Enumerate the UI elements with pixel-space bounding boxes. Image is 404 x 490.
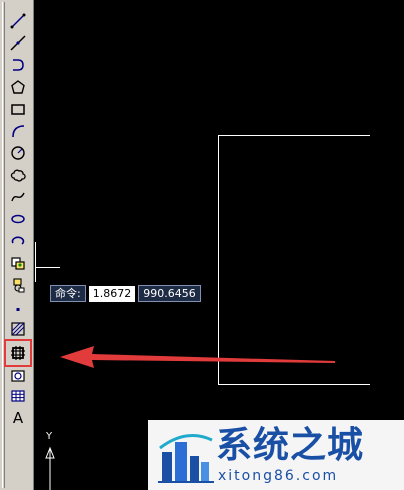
- rectangle-icon: [11, 104, 25, 115]
- line-icon: [10, 13, 26, 29]
- circle-icon: [11, 146, 25, 160]
- city-logo-icon: [158, 434, 214, 483]
- polygon-tool[interactable]: [8, 77, 28, 97]
- make-block-icon: [13, 278, 25, 293]
- polyline-icon: [13, 59, 24, 71]
- spline-tool[interactable]: [8, 187, 28, 207]
- command-label: 命令:: [50, 285, 86, 302]
- rectangle-tool[interactable]: [8, 99, 28, 119]
- arc-icon: [12, 125, 25, 138]
- watermark-title: 系统之城: [216, 425, 365, 466]
- watermark: 系统之城 xitong86.com: [148, 420, 404, 490]
- polygon-icon: [11, 80, 25, 94]
- text-icon: A: [12, 409, 24, 427]
- construction-line-icon: [10, 35, 26, 51]
- ellipse-arc-tool[interactable]: [8, 231, 28, 251]
- dynamic-input-tooltip: 命令: 1.8672 990.6456: [50, 285, 201, 302]
- revision-cloud-icon: [10, 169, 26, 182]
- point-tool[interactable]: [8, 297, 28, 317]
- highlight-box: [4, 339, 32, 367]
- point-icon: [16, 308, 20, 311]
- line-tool[interactable]: [8, 11, 28, 31]
- table-icon: [11, 390, 25, 402]
- hatch-tool[interactable]: [8, 319, 28, 339]
- ucs-y-label: Y: [46, 431, 53, 442]
- hatch-icon: [11, 322, 25, 336]
- revision-cloud-tool[interactable]: [8, 165, 28, 185]
- draw-toolbar: A: [0, 0, 34, 490]
- y-coordinate-input[interactable]: 990.6456: [138, 285, 201, 302]
- insert-block-icon: [11, 257, 25, 270]
- make-block-tool[interactable]: [8, 275, 28, 295]
- toolbar-grip[interactable]: [2, 2, 5, 488]
- ellipse-icon: [11, 214, 25, 224]
- spline-icon: [11, 192, 25, 202]
- annotation-arrow: [60, 346, 335, 368]
- table-tool[interactable]: [8, 386, 28, 406]
- region-tool[interactable]: [8, 365, 28, 385]
- region-icon: [11, 370, 25, 382]
- polyline-tool[interactable]: [8, 55, 28, 75]
- x-coordinate-input[interactable]: 1.8672: [88, 285, 136, 302]
- multiline-text-tool[interactable]: A: [8, 408, 28, 428]
- circle-tool[interactable]: [8, 143, 28, 163]
- construction-line-tool[interactable]: [8, 33, 28, 53]
- watermark-url: xitong86.com: [218, 468, 339, 484]
- arc-tool[interactable]: [8, 121, 28, 141]
- insert-block-tool[interactable]: [8, 253, 28, 273]
- crosshair-horizontal: [35, 267, 60, 268]
- crosshair-vertical: [35, 242, 36, 282]
- ellipse-tool[interactable]: [8, 209, 28, 229]
- ellipse-arc-icon: [11, 236, 25, 245]
